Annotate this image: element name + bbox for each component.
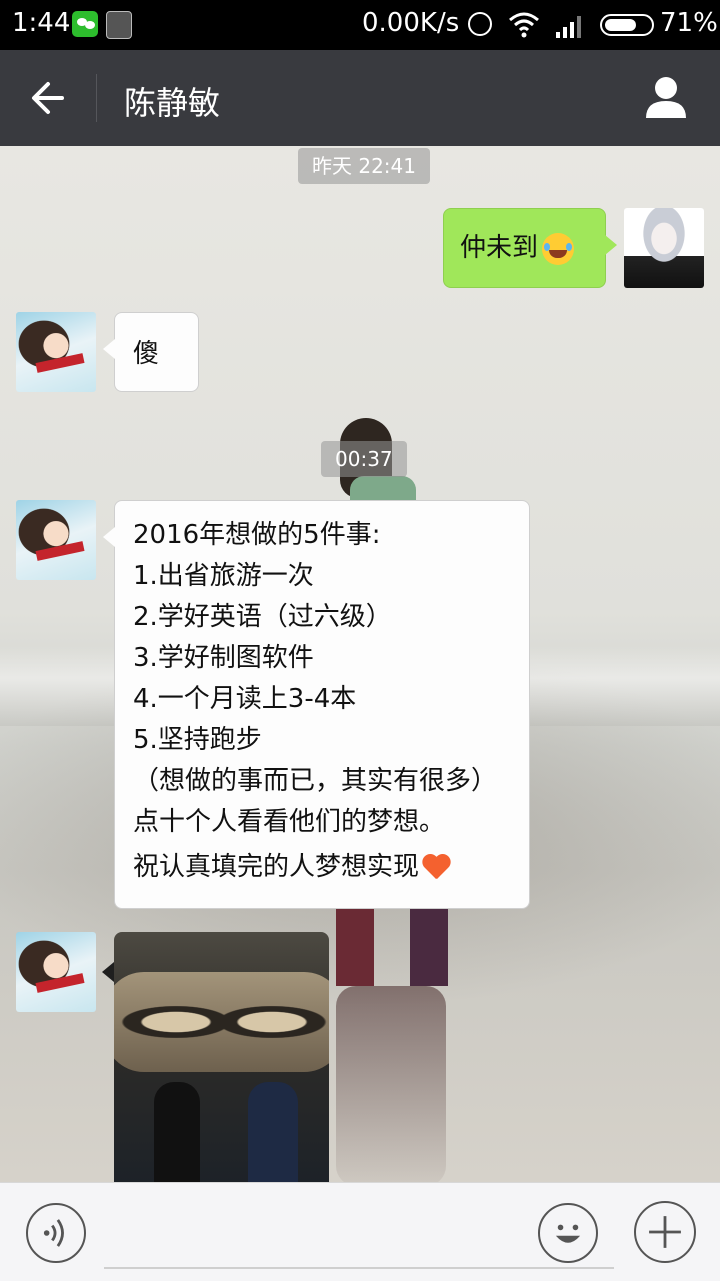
arrow-left-icon[interactable] (18, 68, 78, 128)
smiley-icon[interactable] (538, 1203, 598, 1263)
battery-icon (600, 14, 654, 36)
chat-title: 陈静敏 (124, 84, 221, 122)
status-time: 1:44 (12, 8, 71, 38)
timestamp: 昨天 22:41 (298, 148, 430, 184)
person-icon[interactable] (636, 68, 696, 128)
message-incoming[interactable]: 傻 (103, 312, 199, 392)
alarm-icon (468, 12, 492, 36)
message-line: 祝认真填完的人梦想实现 (133, 852, 420, 882)
message-line: 2.学好英语（过六级） (133, 602, 392, 632)
net-speed: 0.00K/s (362, 8, 460, 38)
contact-avatar[interactable] (16, 932, 96, 1012)
message-line: 3.学好制图软件 (133, 643, 314, 673)
message-line: 2016年想做的5件事: (133, 520, 381, 550)
input-bar (0, 1182, 720, 1281)
battery-fill (605, 19, 636, 31)
photo-person (154, 1082, 200, 1182)
image-message[interactable] (114, 932, 329, 1182)
message-line: 4.一个月读上3-4本 (133, 684, 357, 714)
timestamp: 00:37 (321, 441, 407, 477)
message-outgoing[interactable]: 仲未到 (443, 208, 617, 288)
message-text: 傻 (133, 339, 160, 369)
wifi-icon (509, 12, 539, 38)
chat-header: 陈静敏 (0, 50, 720, 146)
contact-avatar[interactable] (16, 312, 96, 392)
app-icon (106, 11, 132, 39)
message-text: 仲未到 (460, 233, 539, 263)
tears-of-joy-emoji (542, 232, 575, 265)
header-divider (96, 74, 97, 122)
image-bubble-tail (102, 962, 114, 982)
status-bar: 1:44 0.00K/s 71% (0, 0, 720, 50)
voice-icon[interactable] (26, 1203, 86, 1263)
battery-percent: 71% (660, 8, 718, 38)
message-line: （想做的事而已，其实有很多） (133, 766, 498, 796)
my-avatar[interactable] (624, 208, 704, 288)
heart-emoji (421, 855, 451, 881)
message-line: 1.出省旅游一次 (133, 561, 314, 591)
message-line: 点十个人看看他们的梦想。 (133, 807, 446, 837)
background-reflection (336, 986, 446, 1182)
message-line-last: 祝认真填完的人梦想实现 (133, 847, 511, 888)
photo-person (248, 1082, 298, 1182)
wechat-icon (72, 11, 98, 37)
signal-icon (556, 16, 581, 38)
message-incoming[interactable]: 2016年想做的5件事: 1.出省旅游一次 2.学好英语（过六级） 3.学好制图… (103, 500, 530, 909)
contact-avatar[interactable] (16, 500, 96, 580)
message-line: 5.坚持跑步 (133, 725, 262, 755)
plus-icon[interactable] (634, 1201, 696, 1263)
